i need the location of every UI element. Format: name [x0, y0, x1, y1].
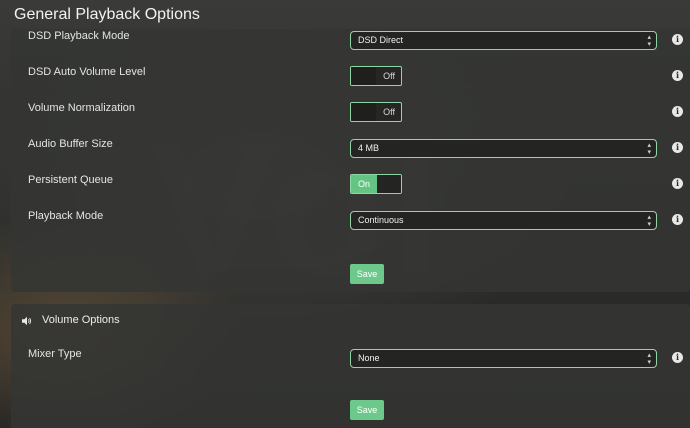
chevron-up-down-icon: ▴ ▾ — [647, 214, 651, 228]
select-value: None — [358, 353, 380, 363]
audio-buffer-size-select[interactable]: 4 MB ▴ ▾ — [350, 139, 657, 158]
speaker-icon — [22, 316, 32, 326]
toggle-state: On — [351, 175, 377, 193]
volume-normalization-toggle[interactable]: Off — [350, 102, 402, 122]
info-icon[interactable]: i — [672, 142, 683, 153]
info-icon[interactable]: i — [672, 352, 683, 363]
dsd-auto-volume-toggle[interactable]: Off — [350, 66, 402, 86]
setting-label: DSD Auto Volume Level — [28, 66, 146, 78]
chevron-up-down-icon: ▴ ▾ — [647, 352, 651, 366]
general-playback-panel: DSD Playback Mode DSD Direct ▴ ▾ i DSD Au… — [11, 29, 690, 292]
select-value: Continuous — [358, 215, 404, 225]
setting-row-dsd-playback-mode: DSD Playback Mode DSD Direct ▴ ▾ i — [11, 30, 690, 54]
info-icon[interactable]: i — [672, 178, 683, 189]
chevron-up-down-icon: ▴ ▾ — [647, 34, 651, 48]
setting-row-persistent-queue: Persistent Queue On i — [11, 174, 690, 198]
setting-row-volume-normalization: Volume Normalization Off i — [11, 102, 690, 126]
toggle-state: Off — [383, 107, 395, 117]
select-value: 4 MB — [358, 143, 380, 153]
setting-row-mixer-type: Mixer Type None ▴ ▾ i — [11, 348, 690, 372]
playback-mode-select[interactable]: Continuous ▴ ▾ — [350, 211, 657, 230]
setting-label: Playback Mode — [28, 210, 104, 222]
save-volume-button[interactable]: Save — [350, 400, 384, 420]
info-icon[interactable]: i — [672, 34, 683, 45]
dsd-playback-mode-select[interactable]: DSD Direct ▴ ▾ — [350, 31, 657, 50]
mixer-type-select[interactable]: None ▴ ▾ — [350, 349, 657, 368]
volume-options-panel: Volume Options Mixer Type None ▴ ▾ i Save — [11, 304, 690, 428]
chevron-up-down-icon: ▴ ▾ — [647, 142, 651, 156]
select-value: DSD Direct — [358, 35, 404, 45]
toggle-knob — [351, 67, 376, 85]
setting-label: DSD Playback Mode — [28, 30, 130, 42]
setting-label: Audio Buffer Size — [28, 138, 113, 150]
setting-row-playback-mode: Playback Mode Continuous ▴ ▾ i — [11, 210, 690, 234]
setting-label: Persistent Queue — [28, 174, 113, 186]
persistent-queue-toggle[interactable]: On — [350, 174, 402, 194]
toggle-state: Off — [383, 71, 395, 81]
info-icon[interactable]: i — [672, 70, 683, 81]
page-title: General Playback Options — [14, 6, 200, 23]
toggle-knob — [377, 175, 401, 193]
setting-row-audio-buffer-size: Audio Buffer Size 4 MB ▴ ▾ i — [11, 138, 690, 162]
info-icon[interactable]: i — [672, 214, 683, 225]
toggle-knob — [351, 103, 376, 121]
setting-label: Volume Normalization — [28, 102, 135, 114]
section-title: Volume Options — [42, 314, 120, 326]
save-general-button[interactable]: Save — [350, 264, 384, 284]
setting-row-dsd-auto-volume: DSD Auto Volume Level Off i — [11, 66, 690, 90]
setting-label: Mixer Type — [28, 348, 82, 360]
info-icon[interactable]: i — [672, 106, 683, 117]
